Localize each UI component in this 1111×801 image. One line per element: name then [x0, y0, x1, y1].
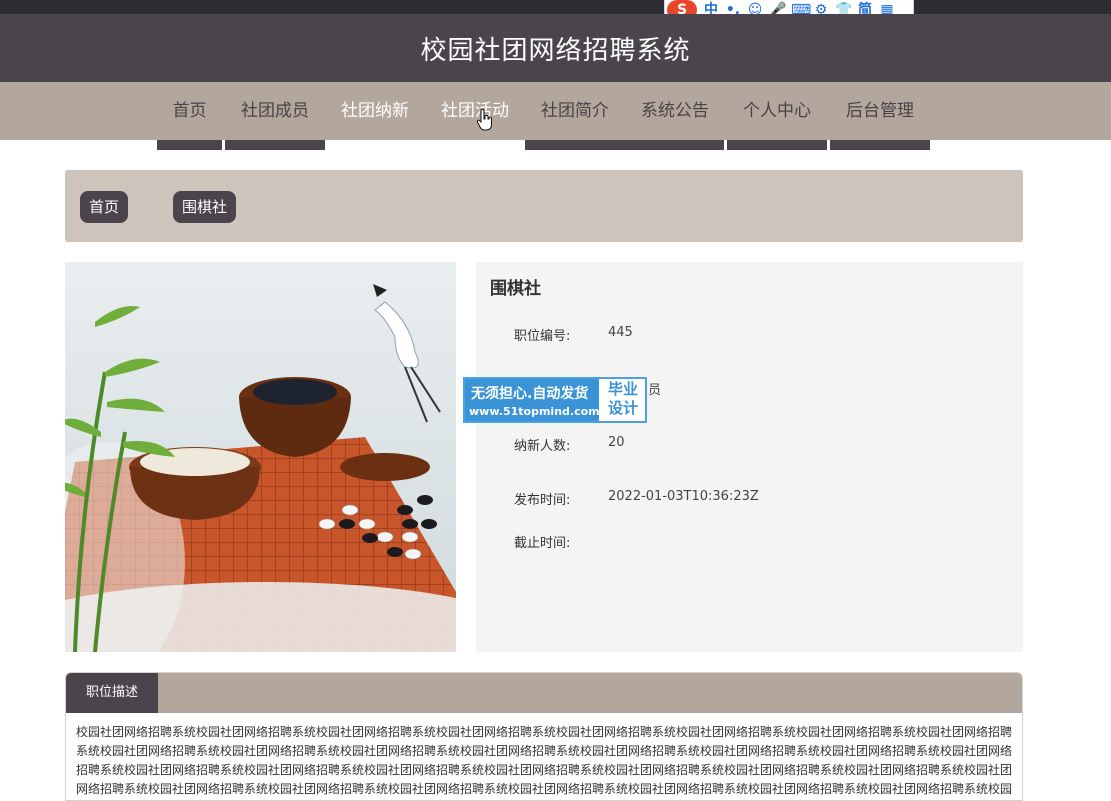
club-name: 围棋社: [490, 279, 541, 299]
site-title: 校园社团网络招聘系统: [420, 35, 691, 66]
breadcrumb: 首页 / 围棋社: [65, 170, 1023, 242]
position-id-label: 职位编号:: [514, 329, 571, 344]
nav-item-profile[interactable]: 个人中心: [727, 82, 827, 140]
main-nav: 首页 社团成员 社团纳新 社团活动 社团简介 系统公告 个人中心 后台管理: [0, 82, 1111, 140]
description-box: 职位描述 校园社团网络招聘系统校园社团网络招聘系统校园社团网络招聘系统校园社团网…: [65, 672, 1023, 801]
position-id-value: 445: [608, 325, 633, 340]
nav-underline: [225, 140, 325, 150]
watermark-line1: 无须担心.自动发货: [471, 386, 589, 402]
club-info-panel: 围棋社 职位编号: 445 员 纳新人数: 20 发布时间: 2022-01-0…: [476, 262, 1023, 652]
nav-underline: [830, 140, 930, 150]
nav-item-home[interactable]: 首页: [157, 82, 222, 140]
watermark-line2: www.51topmind.com: [469, 405, 600, 418]
deadline-label: 截止时间:: [514, 536, 571, 551]
publish-time-label: 发布时间:: [514, 493, 571, 508]
nav-underline: [525, 140, 724, 150]
watermark-right2: 设计: [607, 399, 638, 417]
publish-time-value: 2022-01-03T10:36:23Z: [608, 489, 759, 504]
nav-item-notices[interactable]: 系统公告: [625, 82, 725, 140]
site-header: 校园社团网络招聘系统: [0, 14, 1111, 82]
breadcrumb-home[interactable]: 首页: [80, 191, 129, 223]
club-image: [65, 262, 456, 652]
breadcrumb-current: 围棋社: [173, 191, 237, 223]
watermark-right1: 毕业: [607, 380, 638, 398]
nav-item-activities[interactable]: 社团活动: [425, 82, 525, 140]
nav-item-intro[interactable]: 社团简介: [525, 82, 625, 140]
watermark-badge: 无须担心.自动发货 www.51topmind.com 毕业 设计: [463, 377, 647, 423]
watermark-right: 毕业 设计: [601, 380, 645, 418]
recruit-count-label: 纳新人数:: [514, 439, 571, 454]
nav-item-recruitment[interactable]: 社团纳新: [325, 82, 425, 140]
description-header: 职位描述: [66, 673, 1022, 713]
nav-item-admin[interactable]: 后台管理: [830, 82, 930, 140]
nav-underline: [727, 140, 827, 150]
field-value: 员: [648, 383, 662, 398]
browser-top-strip: [0, 0, 1111, 14]
recruit-count-value: 20: [608, 435, 625, 450]
description-text: 校园社团网络招聘系统校园社团网络招聘系统校园社团网络招聘系统校园社团网络招聘系统…: [76, 725, 1013, 796]
nav-item-members[interactable]: 社团成员: [225, 82, 325, 140]
hand-cursor-icon: [476, 108, 492, 131]
nav-underline: [157, 140, 222, 150]
tab-description[interactable]: 职位描述: [66, 673, 158, 713]
watermark-left: 无须担心.自动发货 www.51topmind.com: [465, 379, 600, 421]
